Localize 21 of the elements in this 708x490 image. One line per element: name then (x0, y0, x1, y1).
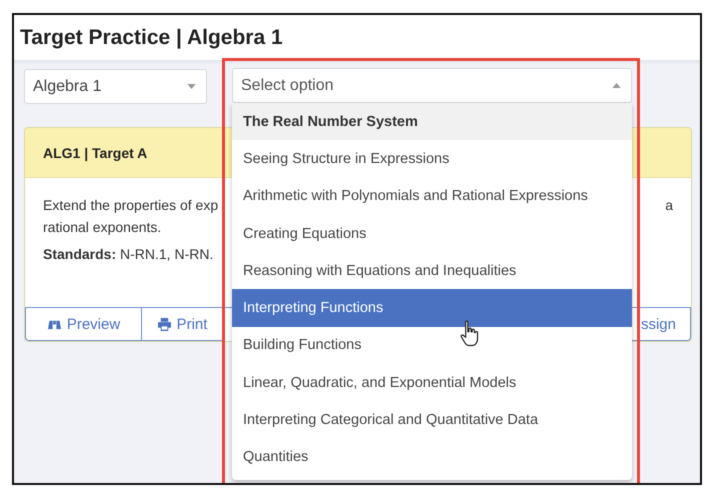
description-text: Extend the properties of exp rational exponents. (43, 196, 220, 237)
page-title: Target Practice | Algebra 1 (20, 26, 283, 50)
dropdown-option[interactable]: Interpreting Functions (232, 289, 632, 327)
preview-button[interactable]: Preview (25, 307, 142, 341)
dropdown-option[interactable]: The Real Number System (232, 103, 632, 140)
dropdown-option[interactable]: Creating Equations (232, 214, 632, 252)
dropdown-option[interactable]: Interpreting Categorical and Quantitative Data (232, 401, 632, 439)
dropdown-option[interactable]: Linear, Quadratic, and Exponential Models (232, 364, 632, 402)
print-button[interactable]: Print (142, 307, 223, 341)
caret-icon (187, 84, 196, 89)
hand-cursor-icon (459, 320, 481, 348)
dropdown-option[interactable]: Arithmetic with Polynomials and Rational Expressions (232, 178, 632, 215)
dropdown-option[interactable]: Seeing Structure in Expressions (232, 140, 632, 178)
description-text: a (665, 196, 673, 215)
standards-text: Standards: N-RN.1, N-RN. (43, 246, 214, 262)
domain-select[interactable]: Select option (232, 68, 632, 103)
caret-icon (612, 83, 621, 88)
printer-icon (156, 318, 172, 330)
dropdown-option[interactable]: Reasoning with Equations and Inequalities (232, 252, 632, 290)
course-select[interactable]: Algebra 1 (24, 69, 207, 104)
dropdown-option[interactable]: Quantities (232, 438, 632, 476)
